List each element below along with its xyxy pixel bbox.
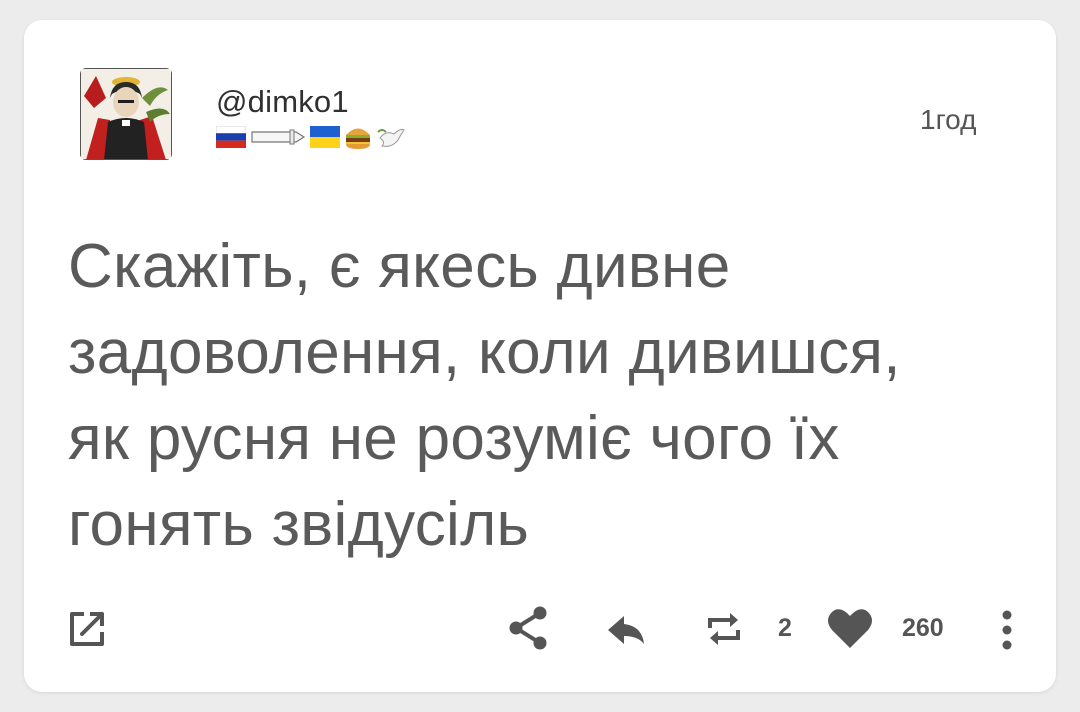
- burger-icon: [346, 128, 370, 149]
- repost-icon[interactable]: [704, 608, 744, 650]
- reply-icon[interactable]: [606, 614, 646, 646]
- like-count: 260: [902, 614, 944, 642]
- post-time: 1год: [920, 104, 977, 135]
- post-card: @dimko1 1год Скажіть, є якесь дивне задо…: [24, 20, 1056, 692]
- user-badges: [216, 122, 406, 152]
- more-vertical-icon[interactable]: [1000, 608, 1014, 652]
- avatar-portrait-image: [80, 68, 172, 160]
- avatar[interactable]: [80, 68, 172, 160]
- open-external-icon[interactable]: [66, 608, 108, 650]
- sword-icon: [251, 129, 306, 145]
- repost-count: 2: [778, 614, 792, 642]
- share-icon[interactable]: [506, 604, 550, 652]
- flag-ukraine-icon: [310, 126, 340, 148]
- post-text: Скажіть, є якесь дивне задоволення, коли…: [68, 232, 901, 559]
- username[interactable]: @dimko1: [216, 84, 349, 120]
- heart-icon[interactable]: [826, 606, 874, 650]
- dove-icon: [377, 129, 405, 147]
- flag-russia-icon: [216, 126, 246, 148]
